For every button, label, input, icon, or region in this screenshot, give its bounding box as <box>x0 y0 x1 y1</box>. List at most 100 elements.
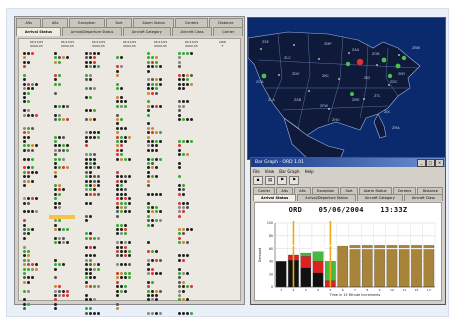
flight-dot[interactable] <box>85 166 88 170</box>
flight-dot[interactable] <box>89 267 92 271</box>
flight-dot[interactable] <box>147 100 150 104</box>
tab-carrier[interactable]: Carrier <box>213 27 243 36</box>
flight-dot[interactable] <box>54 56 57 60</box>
flight-dot[interactable] <box>54 144 57 148</box>
flight-dot[interactable] <box>159 272 162 275</box>
flight-dot[interactable] <box>116 131 119 135</box>
flight-dot[interactable] <box>89 131 92 135</box>
flight-dot[interactable] <box>128 135 131 139</box>
flight-dot[interactable] <box>178 228 181 231</box>
tab-exception[interactable]: Exception <box>311 187 340 194</box>
flight-dot[interactable] <box>58 118 61 121</box>
flight-dot[interactable] <box>151 78 154 82</box>
flight-dot[interactable] <box>147 179 150 183</box>
flight-dot[interactable] <box>124 175 127 179</box>
flight-dot[interactable] <box>128 263 131 267</box>
flight-dot[interactable] <box>120 201 123 205</box>
flight-dot[interactable] <box>31 170 34 174</box>
flight-dot[interactable] <box>23 197 26 201</box>
flight-dot[interactable] <box>58 74 61 77</box>
flight-dot[interactable] <box>27 82 30 86</box>
flight-dot[interactable] <box>116 100 119 104</box>
flight-dot[interactable] <box>151 162 154 165</box>
flight-dot[interactable] <box>23 245 26 249</box>
flight-dot[interactable] <box>116 223 119 227</box>
flight-dot[interactable] <box>120 223 123 227</box>
menu-file[interactable]: File <box>253 168 260 175</box>
flight-dot[interactable] <box>147 69 150 73</box>
flight-dot[interactable] <box>178 280 181 284</box>
flight-dot[interactable] <box>97 285 100 289</box>
flight-dot[interactable] <box>186 228 189 231</box>
flight-dot[interactable] <box>31 166 34 170</box>
column-header[interactable]: 05/17/05 0000-05 <box>147 40 174 50</box>
flight-dot[interactable] <box>178 285 181 289</box>
flight-dot[interactable] <box>93 87 96 91</box>
flight-dot[interactable] <box>190 311 193 315</box>
flight-dot[interactable] <box>85 254 88 258</box>
flight-dot[interactable] <box>58 285 61 289</box>
flight-dot[interactable] <box>54 82 57 86</box>
flight-dot[interactable] <box>23 250 26 253</box>
flight-dot[interactable] <box>97 192 100 196</box>
flight-dot[interactable] <box>186 241 189 245</box>
flight-dot[interactable] <box>182 232 185 236</box>
flight-dot[interactable] <box>147 122 150 126</box>
flight-dot[interactable] <box>147 280 150 284</box>
flight-dot[interactable] <box>178 241 181 245</box>
flight-dot[interactable] <box>116 201 119 205</box>
flight-dot[interactable] <box>54 91 57 95</box>
flight-dot[interactable] <box>93 179 96 183</box>
flight-dot[interactable] <box>58 289 61 293</box>
flight-dot[interactable] <box>97 236 100 240</box>
flight-dot[interactable] <box>93 267 96 271</box>
column-header[interactable]: 05/17/05 0000-05 <box>116 40 143 50</box>
flight-dot[interactable] <box>89 109 92 113</box>
flight-dot[interactable] <box>116 280 119 284</box>
menu-bar-graph[interactable]: Bar Graph <box>279 168 299 175</box>
flight-dot[interactable] <box>186 298 189 302</box>
flight-dot[interactable] <box>120 285 123 289</box>
flight-dot[interactable] <box>54 113 57 117</box>
flight-dot[interactable] <box>159 131 162 135</box>
flight-dot[interactable] <box>151 82 154 86</box>
flight-dot[interactable] <box>23 60 26 64</box>
flight-dot[interactable] <box>85 135 88 139</box>
flight-dot[interactable] <box>151 91 154 95</box>
flight-dot[interactable] <box>147 263 150 267</box>
flight-dot[interactable] <box>66 144 69 148</box>
flight-dot[interactable] <box>54 197 57 201</box>
flight-dot[interactable] <box>116 192 119 196</box>
flight-dot[interactable] <box>35 210 38 214</box>
flight-dot[interactable] <box>31 52 34 55</box>
flight-dot[interactable] <box>120 254 123 258</box>
flight-dot[interactable] <box>27 109 30 113</box>
flight-dot[interactable] <box>89 236 92 240</box>
flight-dot[interactable] <box>89 65 92 69</box>
flight-dot[interactable] <box>120 100 123 104</box>
flight-dot[interactable] <box>120 241 123 245</box>
flight-dot[interactable] <box>124 104 127 108</box>
flight-dot[interactable] <box>186 140 189 143</box>
flight-dot[interactable] <box>85 153 88 157</box>
column-header[interactable]: 05/17/05 0000-05 <box>178 40 205 50</box>
flight-dot[interactable] <box>54 175 57 179</box>
flight-dot[interactable] <box>54 263 57 267</box>
flight-dot[interactable] <box>159 311 162 315</box>
flight-dot[interactable] <box>182 52 185 55</box>
flight-dot[interactable] <box>85 162 88 165</box>
flight-dot[interactable] <box>66 56 69 60</box>
flight-dot[interactable] <box>58 148 61 152</box>
flight-dot[interactable] <box>155 60 158 64</box>
flight-dot[interactable] <box>23 74 26 77</box>
flight-dot[interactable] <box>147 157 150 161</box>
flight-dot[interactable] <box>155 289 158 293</box>
flight-dot[interactable] <box>27 228 30 231</box>
flight-dot[interactable] <box>124 223 127 227</box>
flight-dot[interactable] <box>186 82 189 86</box>
flight-dot[interactable] <box>54 267 57 271</box>
flight-dot[interactable] <box>23 131 26 135</box>
flight-dot[interactable] <box>31 263 34 267</box>
flight-dot[interactable] <box>89 96 92 99</box>
flight-dot[interactable] <box>58 201 61 205</box>
